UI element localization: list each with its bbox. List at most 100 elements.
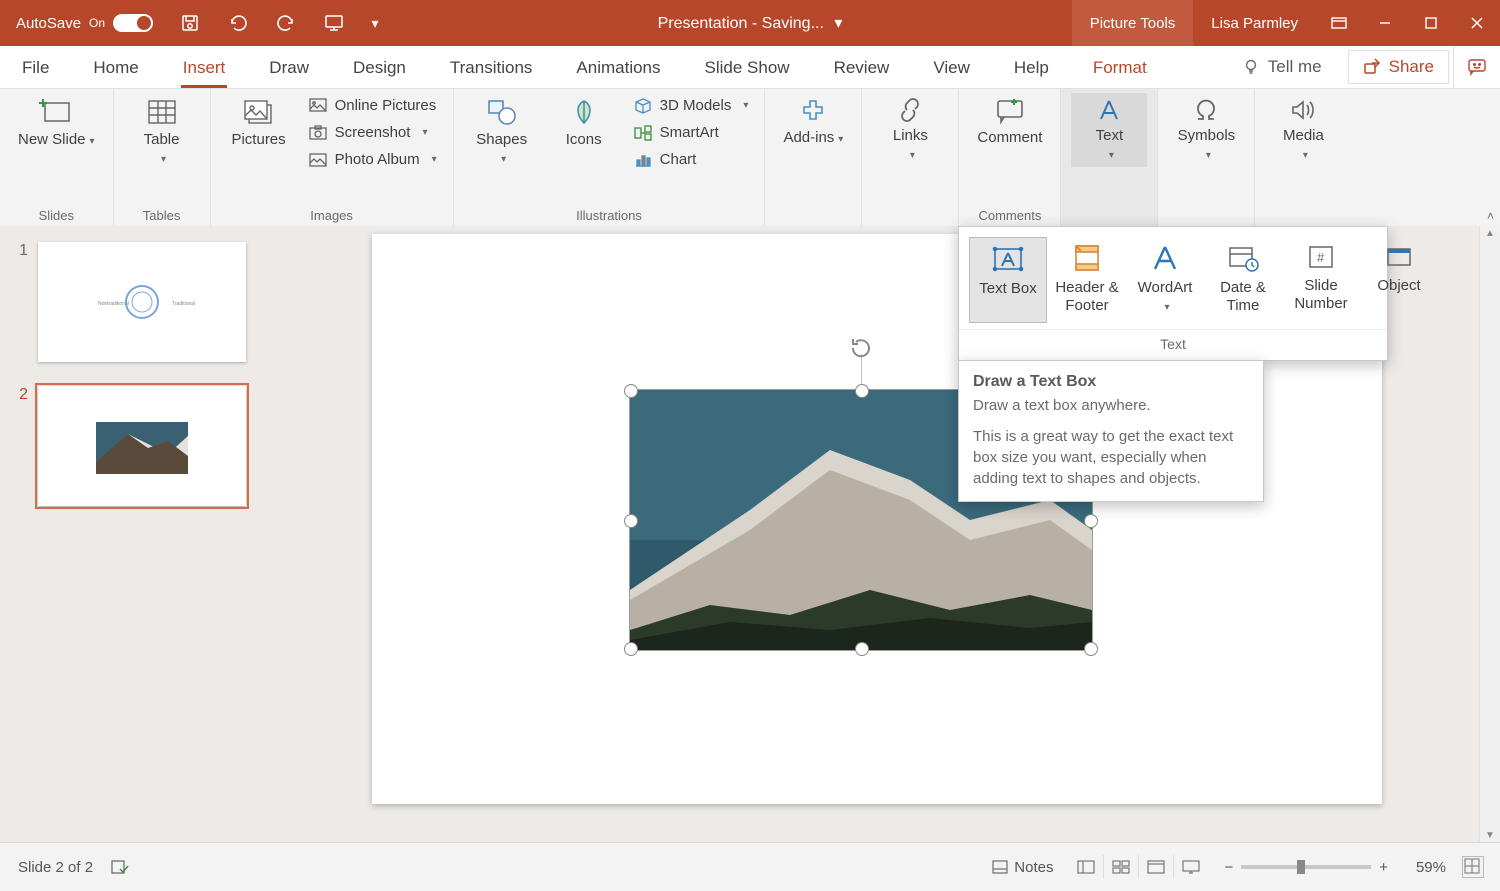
slideshow-view-icon[interactable] [1173,855,1208,879]
header-footer-button[interactable]: Header & Footer [1049,237,1125,323]
media-button[interactable]: Media▾ [1265,93,1341,167]
ribbon-display-options-icon[interactable] [1316,0,1362,46]
symbols-button[interactable]: Symbols▾ [1168,93,1244,167]
share-icon [1363,58,1381,76]
svg-text:Traditional: Traditional [172,301,195,307]
date-time-icon [1227,243,1259,273]
smartart-button[interactable]: SmartArt [628,122,755,143]
resize-handle-b[interactable] [855,642,869,656]
thumbnail-2[interactable] [38,386,246,506]
slide-indicator[interactable]: Slide 2 of 2 [18,859,93,876]
lightbulb-icon [1242,58,1260,76]
wordart-icon [1149,243,1181,273]
share-button[interactable]: Share [1348,50,1449,84]
zoom-thumb[interactable] [1297,860,1305,874]
feedback-icon[interactable] [1453,46,1500,88]
tab-format[interactable]: Format [1071,48,1169,88]
tab-animations[interactable]: Animations [554,48,682,88]
svg-text:Nontraditional: Nontraditional [98,301,129,307]
notes-button[interactable]: Notes [992,859,1053,876]
header-footer-label: Header & Footer [1055,279,1119,315]
toggle-switch-icon [113,14,153,32]
text-icon [1095,97,1123,123]
links-button[interactable]: Links▾ [872,93,948,167]
addins-button[interactable]: Add-ins▾ [775,93,851,151]
online-pictures-button[interactable]: Online Pictures [303,95,443,116]
thumbnail-1[interactable]: Nontraditional Traditional [38,242,246,362]
resize-handle-l[interactable] [624,514,638,528]
group-media: Media▾ [1255,89,1351,227]
links-label: Links▾ [893,127,928,163]
qat-more-icon[interactable]: ▾ [371,19,379,27]
date-time-button[interactable]: Date & Time [1205,237,1281,323]
undo-icon[interactable] [227,12,249,34]
link-icon [895,97,925,123]
online-pictures-label: Online Pictures [335,97,437,114]
table-button[interactable]: Table▾ [124,93,200,171]
tell-me-search[interactable]: Tell me [1224,57,1340,77]
tab-insert[interactable]: Insert [161,48,248,88]
tab-help[interactable]: Help [992,48,1071,88]
reading-view-icon[interactable] [1138,855,1173,879]
redo-icon[interactable] [275,12,297,34]
close-icon[interactable] [1454,0,1500,46]
object-button[interactable]: Object [1361,237,1437,323]
tab-home[interactable]: Home [71,48,160,88]
text-box-button[interactable]: Text Box [969,237,1047,323]
resize-handle-t[interactable] [855,384,869,398]
slide-thumbnails-pane[interactable]: 1 NontraditionalTraditional 2 [0,226,294,843]
text-gallery-flyout: Text Box Header & Footer WordArt▾ Date &… [958,226,1388,361]
autosave-label: AutoSave [16,15,81,32]
zoom-slider[interactable]: − + [1224,859,1388,876]
resize-handle-br[interactable] [1084,642,1098,656]
resize-handle-tl[interactable] [624,384,638,398]
zoom-track[interactable] [1241,865,1371,869]
tab-draw[interactable]: Draw [247,48,331,88]
scroll-down-icon[interactable]: ▼ [1480,830,1500,841]
tab-design[interactable]: Design [331,48,428,88]
resize-handle-bl[interactable] [624,642,638,656]
zoom-out-icon[interactable]: − [1224,859,1233,876]
pictures-button[interactable]: Pictures [221,93,297,153]
slide-number-label: Slide Number [1289,277,1353,313]
tab-slideshow[interactable]: Slide Show [683,48,812,88]
present-from-start-icon[interactable] [323,12,345,34]
autosave-toggle[interactable]: AutoSave On [16,14,153,32]
tab-view[interactable]: View [911,48,992,88]
tab-file[interactable]: File [0,48,71,88]
maximize-icon[interactable] [1408,0,1454,46]
text-dropdown-button[interactable]: Text▾ [1071,93,1147,167]
minimize-icon[interactable] [1362,0,1408,46]
icons-button[interactable]: Icons [546,93,622,153]
tab-review[interactable]: Review [812,48,912,88]
user-name[interactable]: Lisa Parmley [1193,15,1316,32]
comment-icon [994,97,1026,125]
photo-album-button[interactable]: Photo Album▾ [303,149,443,170]
tab-transitions[interactable]: Transitions [428,48,555,88]
save-icon[interactable] [179,12,201,34]
scroll-up-icon[interactable]: ▲ [1480,228,1500,239]
screenshot-button[interactable]: Screenshot▾ [303,122,443,143]
fit-to-window-icon[interactable] [1462,856,1484,878]
picture-tools-tab[interactable]: Picture Tools [1072,0,1194,46]
3d-models-label: 3D Models [660,97,732,114]
resize-handle-r[interactable] [1084,514,1098,528]
new-slide-button[interactable]: New Slide▾ [10,93,103,153]
collapse-ribbon-icon[interactable]: ˄ [1487,209,1494,223]
vertical-scrollbar[interactable]: ▲ ▼ [1479,226,1500,843]
addins-label: Add-ins▾ [783,129,843,147]
rotation-handle-icon[interactable] [849,336,873,360]
slide-number-button[interactable]: # Slide Number [1283,237,1359,323]
shapes-button[interactable]: Shapes▾ [464,93,540,171]
zoom-percent[interactable]: 59% [1404,859,1446,876]
zoom-in-icon[interactable]: + [1379,859,1388,876]
group-comments-label: Comments [978,208,1041,225]
normal-view-icon[interactable] [1069,855,1103,879]
spellcheck-icon[interactable] [111,859,129,875]
wordart-button[interactable]: WordArt▾ [1127,237,1203,323]
sorter-view-icon[interactable] [1103,855,1138,879]
3d-models-button[interactable]: 3D Models▾ [628,95,755,116]
text-gallery-group-label: Text [959,329,1387,360]
comment-button[interactable]: Comment [969,93,1050,151]
chart-button[interactable]: Chart [628,149,755,170]
